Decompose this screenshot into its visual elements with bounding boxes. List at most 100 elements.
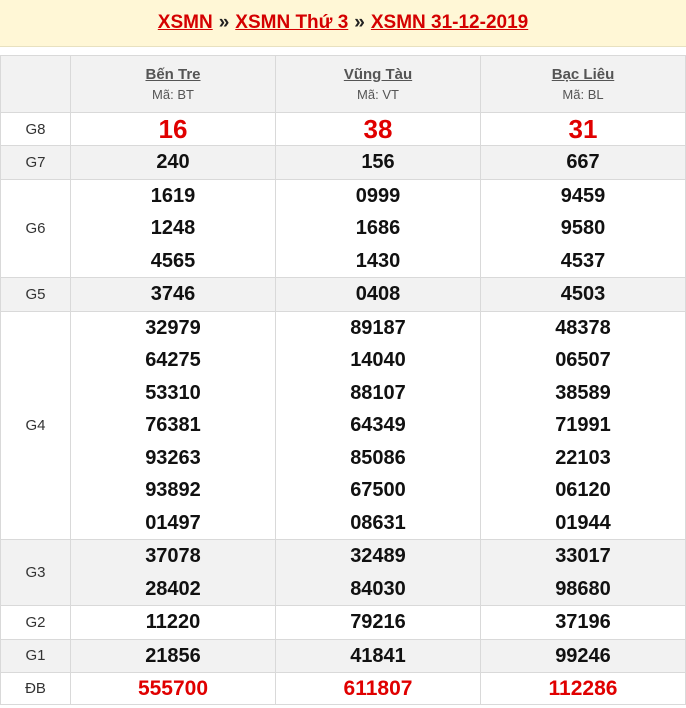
prize-number: 67500	[350, 479, 406, 501]
prize-number: 32979	[145, 316, 201, 339]
prize-label: G8	[0, 112, 71, 146]
prize-cell: 32489 84030	[275, 539, 481, 606]
prize-label: G4	[0, 310, 71, 540]
prize-cell: 555700	[70, 672, 276, 705]
prize-number: 1619	[150, 184, 196, 207]
prize-cell: 4503	[480, 277, 686, 312]
prize-number: 1686	[355, 217, 401, 239]
prize-number: 14040	[350, 349, 406, 371]
province-header-row: Bến Tre Mã: BT Vũng Tàu Mã: VT Bạc Liêu …	[0, 55, 686, 113]
prize-number: 85086	[350, 446, 406, 469]
province-cell: Vũng Tàu Mã: VT	[275, 55, 481, 113]
prize-cell: 0408	[275, 277, 481, 312]
prize-cell: 38	[275, 112, 481, 146]
prize-number: 38589	[555, 381, 611, 404]
prize-number: 64349	[350, 414, 406, 436]
prize-number: 32489	[350, 545, 406, 567]
prize-cell: 0999 1686 1430	[275, 178, 481, 278]
prize-number: 89187	[350, 316, 406, 339]
prize-number: 93892	[145, 479, 201, 501]
prize-number: 48378	[555, 316, 611, 339]
province-code: Mã: BT	[152, 87, 194, 102]
prize-cell: 16	[70, 112, 276, 146]
prize-number: 0408	[355, 283, 401, 305]
prize-number: 11220	[145, 611, 201, 633]
province-link[interactable]: Bạc Liêu	[481, 66, 685, 83]
corner-cell	[0, 55, 71, 113]
prize-cell: 79216	[275, 605, 481, 640]
prize-number: 98680	[555, 577, 611, 600]
prize-number: 4565	[150, 249, 196, 272]
prize-label: ĐB	[0, 672, 71, 705]
prize-cell: 112286	[480, 672, 686, 705]
prize-label: G1	[0, 638, 71, 673]
prize-label: G2	[0, 605, 71, 640]
prize-cell: 37078 28402	[70, 539, 276, 606]
special-prize-number: 555700	[137, 677, 209, 700]
prize-label: G6	[0, 178, 71, 278]
prize-number: 4503	[560, 283, 606, 305]
prize-number: 3746	[150, 283, 196, 305]
prize-number: 01944	[555, 511, 611, 534]
breadcrumb-link-xsmn[interactable]: XSMN	[158, 12, 213, 34]
special-prize-number: 611807	[343, 677, 413, 700]
prize-cell: 611807	[275, 672, 481, 705]
prize-label: G7	[0, 145, 71, 180]
breadcrumb-separator: »	[218, 12, 230, 33]
prize-number: 9580	[560, 217, 606, 239]
breadcrumb-separator: »	[354, 12, 365, 33]
prize-number: 08631	[350, 511, 406, 534]
province-link[interactable]: Vũng Tàu	[276, 66, 480, 83]
special-prize-number: 112286	[548, 677, 618, 700]
province-link[interactable]: Bến Tre	[71, 66, 275, 83]
prize-row: G4 32979 64275 53310 76381 93263 93892 01497 891…	[0, 310, 686, 540]
prize-cell: 33017 98680	[480, 539, 686, 606]
prize-cell: 9459 9580 4537	[480, 178, 686, 278]
breadcrumb-link-date[interactable]: XSMN 31-12-2019	[371, 12, 528, 34]
prize-cell: 240	[70, 145, 276, 180]
breadcrumb-link-xsmn-thu3[interactable]: XSMN Thứ 3	[235, 12, 348, 34]
prize-row: G3 37078 28402 32489 84030 33017 98680	[0, 539, 686, 606]
prize-number: 53310	[145, 381, 201, 404]
prize-number: 4537	[560, 249, 606, 272]
prize-number: 79216	[350, 611, 406, 633]
prize-cell: 48378 06507 38589 71991 22103 06120 01944	[480, 310, 686, 540]
prize-number: 88107	[350, 381, 406, 404]
prize-number: 1430	[355, 249, 401, 272]
prize-number: 16	[158, 114, 188, 144]
prize-number: 21856	[145, 644, 201, 667]
prize-cell: 1619 1248 4565	[70, 178, 276, 278]
prize-number: 37196	[555, 611, 611, 633]
prize-cell: 667	[480, 145, 686, 180]
prize-cell: 31	[480, 112, 686, 146]
prize-row: G6 1619 1248 4565 0999 1686 1430 9459 9580 4537	[0, 178, 686, 278]
prize-row: G2 11220 79216 37196	[0, 605, 686, 640]
prize-cell: 89187 14040 88107 64349 85086 67500 08631	[275, 310, 481, 540]
prize-number: 37078	[145, 545, 201, 567]
prize-row: ĐB 555700 611807 112286	[0, 672, 686, 705]
prize-row: G8 16 38 31	[0, 112, 686, 146]
prize-cell: 99246	[480, 638, 686, 673]
province-cell: Bạc Liêu Mã: BL	[480, 55, 686, 113]
prize-number: 06507	[555, 349, 611, 371]
prize-number: 64275	[145, 349, 201, 371]
prize-number: 71991	[555, 414, 611, 436]
results-table: Bến Tre Mã: BT Vũng Tàu Mã: VT Bạc Liêu …	[0, 55, 686, 705]
prize-row: G7 240 156 667	[0, 145, 686, 180]
province-cell: Bến Tre Mã: BT	[70, 55, 276, 113]
prize-row: G5 3746 0408 4503	[0, 277, 686, 312]
prize-number: 38	[363, 114, 393, 144]
prize-number: 33017	[555, 545, 611, 567]
prize-number: 156	[361, 151, 395, 173]
prize-cell: 41841	[275, 638, 481, 673]
prize-cell: 37196	[480, 605, 686, 640]
prize-cell: 32979 64275 53310 76381 93263 93892 01497	[70, 310, 276, 540]
prize-number: 76381	[145, 414, 201, 436]
prize-number: 22103	[555, 446, 611, 469]
prize-number: 99246	[555, 644, 611, 667]
prize-label: G5	[0, 277, 71, 312]
prize-number: 9459	[560, 184, 606, 207]
breadcrumb: XSMN » XSMN Thứ 3 » XSMN 31-12-2019	[0, 0, 686, 47]
prize-label: G3	[0, 539, 71, 606]
prize-number: 31	[568, 114, 598, 144]
